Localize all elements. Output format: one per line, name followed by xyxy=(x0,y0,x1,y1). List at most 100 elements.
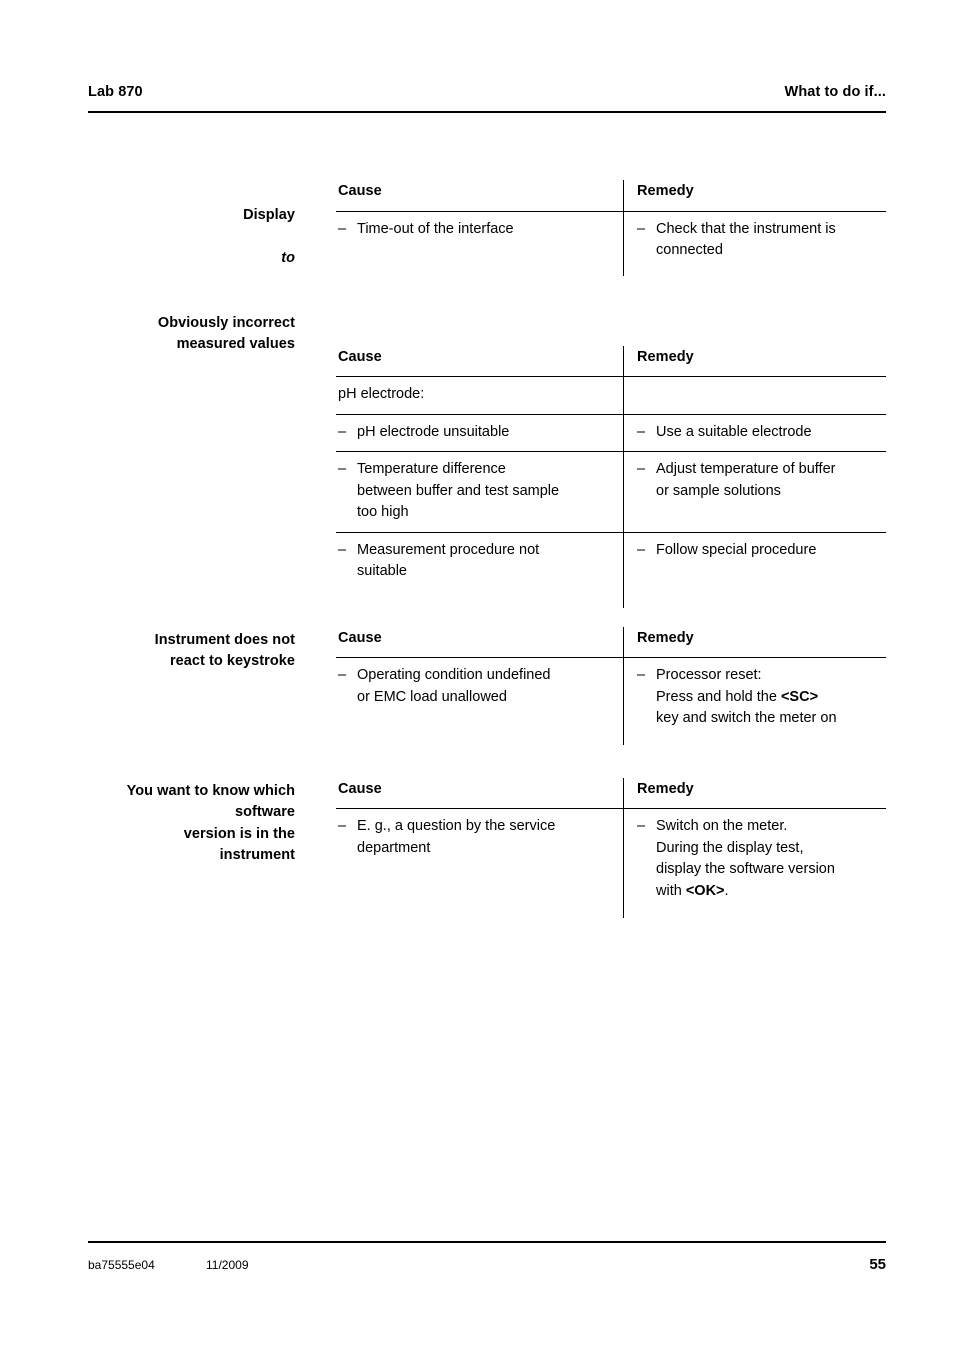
page-header: Lab 870 What to do if... xyxy=(88,84,886,100)
bullet-item: – Check that the instrument is connected xyxy=(637,219,874,262)
bullet-dash: – xyxy=(338,423,347,440)
bullet-item: – Use a suitable electrode xyxy=(637,422,874,444)
margin-label-line: Display xyxy=(243,206,295,223)
table-header-row: Cause Remedy xyxy=(336,626,886,658)
bullet-dash: – xyxy=(338,541,347,558)
cause-remedy-table: Cause Remedy pH electrode: – pH electrod… xyxy=(336,345,886,609)
troubleshooting-block: You want to know which software version … xyxy=(0,777,954,929)
bullet-dash: – xyxy=(637,667,646,683)
bullet-text: Time-out of the interface xyxy=(357,220,514,237)
bullet-item: – Time-out of the interface xyxy=(338,219,612,241)
bullet-item: – Measurement procedure not suitable xyxy=(338,540,612,583)
bullet-text: Follow special procedure xyxy=(656,541,817,558)
bullet-text: Measurement procedure not suitable xyxy=(357,541,540,580)
bullet-dash: – xyxy=(338,461,347,477)
header-rule xyxy=(88,111,886,113)
bullet-dash: – xyxy=(637,220,646,237)
bullet-item: – Processor reset: Press and hold the <S… xyxy=(637,665,874,730)
table-wrapper: Cause Remedy pH electrode: – pH electrod… xyxy=(336,345,886,609)
block-margin-label: You want to know which software version … xyxy=(126,782,295,864)
cause-cell: – Operating condition undefined or EMC l… xyxy=(336,658,624,756)
bullet-dash: – xyxy=(338,667,347,683)
cause-cell: – Temperature difference between buffer … xyxy=(336,451,624,533)
remedy-text-pre: Switch on the meter. During the display … xyxy=(656,818,835,899)
footer-rule xyxy=(88,1241,886,1243)
column-header-remedy: Remedy xyxy=(624,180,886,212)
block-margin-label: Instrument does not react to keystroke xyxy=(154,631,295,670)
header-title-right: What to do if... xyxy=(784,84,886,100)
bullet-text: Temperature difference between buffer an… xyxy=(357,461,560,520)
bullet-text: pH electrode unsuitable xyxy=(357,423,510,440)
key-label-ok: <OK> xyxy=(685,882,725,899)
table-wrapper: Cause Remedy – Time-out of the interface xyxy=(336,180,886,288)
remedy-text-post: . xyxy=(724,882,729,899)
remedy-cell: – Processor reset: Press and hold the <S… xyxy=(624,658,886,756)
column-header-remedy: Remedy xyxy=(624,626,886,658)
bullet-text: Adjust temperature of buffer or sample s… xyxy=(656,461,836,499)
cause-remedy-table: Cause Remedy – E. g., a question by the … xyxy=(336,777,886,929)
bullet-text: Use a suitable electrode xyxy=(656,423,812,440)
bullet-text: Processor reset: Press and hold the <SC>… xyxy=(656,665,874,730)
document-page: Lab 870 What to do if... Display to Caus… xyxy=(0,0,954,1351)
bullet-item: – Adjust temperature of buffer or sample… xyxy=(637,459,874,502)
header-title-left: Lab 870 xyxy=(88,84,143,100)
block-margin-label: Display to xyxy=(88,180,295,291)
document-code: ba75555e04 xyxy=(88,1258,155,1272)
table-row: – E. g., a question by the service depar… xyxy=(336,809,886,929)
bullet-dash: – xyxy=(637,541,646,558)
column-header-cause: Cause xyxy=(336,626,624,658)
column-header-remedy: Remedy xyxy=(624,777,886,809)
bullet-item: – E. g., a question by the service depar… xyxy=(338,816,612,859)
column-header-cause: Cause xyxy=(336,345,624,377)
column-header-cause: Cause xyxy=(336,777,624,809)
remedy-cell: – Adjust temperature of buffer or sample… xyxy=(624,451,886,533)
bullet-item: – Switch on the meter. During the displa… xyxy=(637,816,874,902)
remedy-cell: – Follow special procedure xyxy=(624,532,886,609)
remedy-cell: – Switch on the meter. During the displa… xyxy=(624,809,886,929)
table-header-row: Cause Remedy xyxy=(336,180,886,212)
bullet-text: Operating condition undefined or EMC loa… xyxy=(357,667,551,705)
cause-remedy-table: Cause Remedy – Operating condition undef… xyxy=(336,626,886,756)
bullet-item: – pH electrode unsuitable xyxy=(338,422,612,444)
bullet-item: – Follow special procedure xyxy=(637,540,874,562)
key-label-sc: <SC> xyxy=(780,688,819,705)
page-content: Display to Cause Remedy – Time-out of th… xyxy=(0,180,954,928)
table-row: pH electrode: xyxy=(336,376,886,415)
remedy-cell: – Check that the instrument is connected xyxy=(624,211,886,288)
bullet-dash: – xyxy=(637,818,646,834)
table-row: – Measurement procedure not suitable – F… xyxy=(336,532,886,609)
margin-label-line-italic: to xyxy=(281,249,295,266)
troubleshooting-block: Obviously incorrect measured values Caus… xyxy=(0,313,954,609)
table-wrapper: Cause Remedy – Operating condition undef… xyxy=(336,626,886,756)
table-row: – pH electrode unsuitable – Use a suitab… xyxy=(336,414,886,452)
column-header-cause: Cause xyxy=(336,180,624,212)
table-row: – Temperature difference between buffer … xyxy=(336,451,886,533)
bullet-dash: – xyxy=(637,461,646,477)
bullet-dash: – xyxy=(338,818,347,834)
table-row: – Operating condition undefined or EMC l… xyxy=(336,658,886,756)
page-footer: ba75555e04 11/2009 55 xyxy=(88,1256,886,1273)
remedy-cell: – Use a suitable electrode xyxy=(624,414,886,452)
table-header-row: Cause Remedy xyxy=(336,777,886,809)
cause-cell: pH electrode: xyxy=(336,376,624,415)
column-header-remedy: Remedy xyxy=(624,345,886,377)
bullet-item: – Temperature difference between buffer … xyxy=(338,459,612,524)
remedy-text-post: key and switch the meter on xyxy=(656,710,837,726)
page-number: 55 xyxy=(869,1256,886,1273)
cause-cell: – Time-out of the interface xyxy=(336,211,624,288)
remedy-text-pre: Processor reset: Press and hold the xyxy=(656,667,777,705)
bullet-text: Switch on the meter. During the display … xyxy=(656,816,874,902)
bullet-text: E. g., a question by the service departm… xyxy=(357,818,556,856)
table-row: – Time-out of the interface – Check that… xyxy=(336,211,886,288)
cause-remedy-table: Cause Remedy – Time-out of the interface xyxy=(336,180,886,288)
bullet-item: – Operating condition undefined or EMC l… xyxy=(338,665,612,708)
cause-group-label: pH electrode: xyxy=(338,386,425,402)
remedy-cell xyxy=(624,376,886,415)
cause-cell: – pH electrode unsuitable xyxy=(336,414,624,452)
document-date: 11/2009 xyxy=(206,1258,249,1272)
bullet-dash: – xyxy=(637,423,646,440)
troubleshooting-block: Instrument does not react to keystroke C… xyxy=(0,626,954,756)
bullet-text: Check that the instrument is connected xyxy=(656,220,836,259)
bullet-dash: – xyxy=(338,220,347,237)
troubleshooting-block: Display to Cause Remedy – Time-out of th… xyxy=(0,180,954,291)
